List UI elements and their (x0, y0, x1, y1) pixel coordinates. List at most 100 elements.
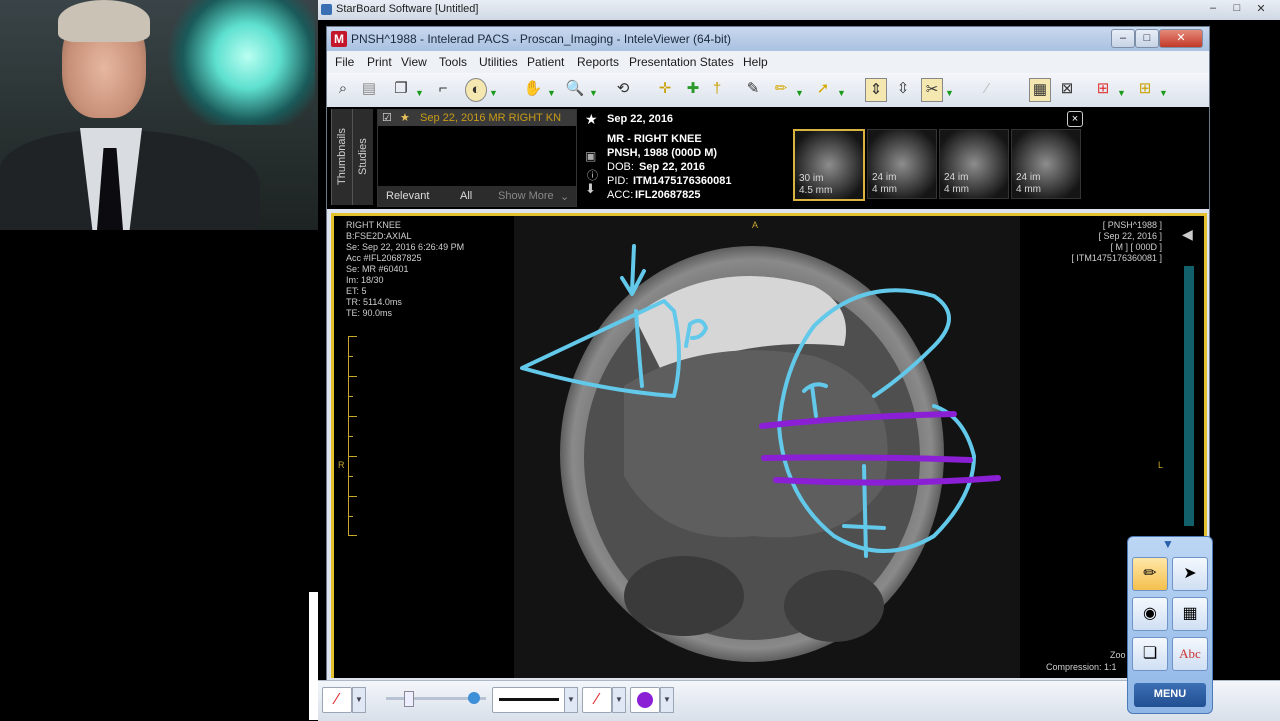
menu-print[interactable]: Print (367, 55, 392, 69)
annotate-icon[interactable]: ✎ (743, 78, 763, 100)
filter-all[interactable]: All (460, 190, 472, 202)
dropdown-arrow-icon[interactable]: ▼ (1159, 88, 1168, 98)
image-scrollbar[interactable]: ◀ (1180, 226, 1196, 526)
dropdown-arrow-icon[interactable]: ▼ (612, 687, 626, 713)
minimize-icon[interactable]: – (1111, 29, 1135, 48)
mouse-icon[interactable]: ◉ (1132, 597, 1168, 631)
dropdown-arrow-icon[interactable]: ▼ (1117, 88, 1126, 98)
dropdown-arrow-icon[interactable]: ▼ (795, 88, 804, 98)
menu-patient[interactable]: Patient (527, 55, 564, 69)
overlay-line: B:FSE2D:AXIAL (346, 231, 412, 241)
clip-icon[interactable]: ✂ (921, 78, 943, 102)
grid-icon[interactable]: ⊠ (1057, 78, 1077, 100)
contrast-icon[interactable]: ◐ (465, 78, 487, 102)
dropdown-arrow-icon[interactable]: ▼ (489, 88, 498, 98)
dropdown-arrow-icon[interactable]: ▼ (589, 88, 598, 98)
zoom-icon[interactable]: 🔍 (565, 78, 585, 100)
color-select[interactable] (630, 687, 660, 713)
window-icon[interactable]: ▦ (1029, 78, 1051, 102)
menu-tools[interactable]: Tools (439, 55, 467, 69)
pin-icon[interactable]: ✚ (683, 78, 703, 100)
size-dot-icon (468, 692, 480, 704)
inteleviewer-titlebar: M PNSH^1988 - Intelerad PACS - Proscan_I… (327, 27, 1209, 51)
thumbnail[interactable]: 24 im 4 mm (867, 129, 937, 199)
pencil-icon[interactable]: ✏ (771, 78, 791, 100)
dropdown-arrow-icon[interactable]: ▼ (660, 687, 674, 713)
grid-icon[interactable]: ▦ (1172, 597, 1208, 631)
thumbnail[interactable]: 30 im 4.5 mm (793, 129, 865, 201)
dropdown-arrow-icon[interactable]: ▼ (352, 687, 366, 713)
dropdown-arrow-icon[interactable]: ▼ (945, 88, 954, 98)
filter-relevant[interactable]: Relevant (386, 190, 429, 202)
crosshair-icon[interactable]: ✛ (655, 78, 675, 100)
scissors-icon[interactable]: ⁄ (977, 78, 997, 100)
hand-icon[interactable]: ✋ (523, 78, 543, 100)
image-viewport[interactable]: RIGHT KNEE B:FSE2D:AXIAL Se: Sep 22, 201… (331, 213, 1207, 678)
line-style-select[interactable] (492, 687, 566, 713)
menu-help[interactable]: Help (743, 55, 768, 69)
menu-bar: File Print View Tools Utilities Patient … (327, 51, 1209, 73)
study-list: ☑ ★ Sep 22, 2016 MR RIGHT KN Relevant Al… (377, 109, 577, 207)
chevron-down-icon[interactable]: ⌄ (560, 190, 569, 203)
pid-value: ITM1475176360081 (633, 175, 732, 187)
cursor-icon[interactable]: ➤ (1172, 557, 1208, 591)
overlay-right: [ PNSH^1988 ] [ Sep 22, 2016 ] [ M ] [ 0… (1034, 220, 1162, 264)
download-icon[interactable]: ⬇ (585, 181, 596, 197)
dropdown-arrow-icon[interactable]: ▼ (564, 687, 578, 713)
rotate-icon[interactable]: ⟲ (613, 78, 633, 100)
menu-utilities[interactable]: Utilities (479, 55, 518, 69)
show-more-link[interactable]: Show More (498, 190, 554, 202)
close-icon[interactable]: × (1067, 111, 1083, 127)
overlay-line: Se: MR #60401 (346, 264, 409, 274)
page-icon[interactable]: ▤ (359, 78, 379, 100)
overlay-line: ET: 5 (346, 286, 367, 296)
dropdown-arrow-icon[interactable]: ▼ (837, 88, 846, 98)
close-icon[interactable]: ✕ (1250, 2, 1272, 17)
overlay-line: [ M ] [ 000D ] (1110, 242, 1162, 252)
search-icon[interactable]: ⌕ (333, 78, 353, 100)
dropdown-arrow-icon[interactable]: ▼ (547, 88, 556, 98)
menu-reports[interactable]: Reports (577, 55, 619, 69)
pages-icon[interactable]: ❏ (1132, 637, 1168, 671)
pen-color-icon[interactable]: ⁄ (582, 687, 612, 713)
scrollbar-track[interactable] (1184, 266, 1194, 526)
tab-studies[interactable]: Studies (352, 109, 373, 205)
thumbnail[interactable]: 24 im 4 mm (939, 129, 1009, 199)
chevron-down-icon[interactable]: ▼ (1162, 537, 1174, 551)
study-row[interactable]: ☑ ★ Sep 22, 2016 MR RIGHT KN (378, 110, 576, 126)
dropdown-arrow-icon[interactable]: ▼ (415, 88, 424, 98)
menu-file[interactable]: File (335, 55, 354, 69)
ruler-tick (349, 416, 357, 417)
arrow-icon[interactable]: ➚ (813, 78, 833, 100)
maximize-icon[interactable]: □ (1226, 2, 1248, 17)
menu-presentation-states[interactable]: Presentation States (629, 55, 734, 69)
fit-icon[interactable]: ⇕ (865, 78, 887, 102)
background-strip (309, 592, 318, 720)
scale-ruler (348, 336, 361, 536)
menu-button[interactable]: MENU (1134, 683, 1206, 707)
checkbox-icon[interactable]: ☑ (382, 111, 392, 124)
layout-icon[interactable]: ⊞ (1135, 78, 1155, 100)
minimize-icon[interactable]: – (1202, 2, 1224, 17)
thumbnail[interactable]: 24 im 4 mm (1011, 129, 1081, 199)
slider-thumb[interactable] (404, 691, 414, 707)
maximize-icon[interactable]: □ (1135, 29, 1159, 48)
chevron-left-icon[interactable]: ◀ (1182, 226, 1193, 243)
close-icon[interactable]: ✕ (1159, 29, 1203, 48)
tab-thumbnails[interactable]: Thumbnails (331, 109, 352, 205)
mri-image[interactable] (514, 216, 1020, 678)
thumbnail-label: 30 im 4.5 mm (799, 173, 833, 196)
inteleviewer-title: PNSH^1988 - Intelerad PACS - Proscan_Ima… (351, 32, 732, 46)
pen-icon[interactable]: ✏ (1132, 557, 1168, 591)
layers-icon[interactable]: ❐ (391, 78, 411, 100)
menu-view[interactable]: View (401, 55, 427, 69)
flip-icon[interactable]: ⇳ (893, 78, 913, 100)
layout-icon[interactable]: ⊞ (1093, 78, 1113, 100)
inteleviewer-window: M PNSH^1988 - Intelerad PACS - Proscan_I… (326, 26, 1210, 682)
pen-icon[interactable]: ⁄ (322, 687, 352, 713)
text-icon[interactable]: Abc (1172, 637, 1208, 671)
brush-icon[interactable]: ⌐ (433, 78, 453, 100)
toolbar: ⌕ ▤ ❐ ▼ ⌐ ◐ ▼ ✋ ▼ 🔍 ▼ ⟲ ✛ ✚ † ✎ ✏ ▼ ➚ ▼ (327, 73, 1209, 108)
pin-icon[interactable]: † (707, 78, 727, 100)
ruler-tick (349, 376, 357, 377)
